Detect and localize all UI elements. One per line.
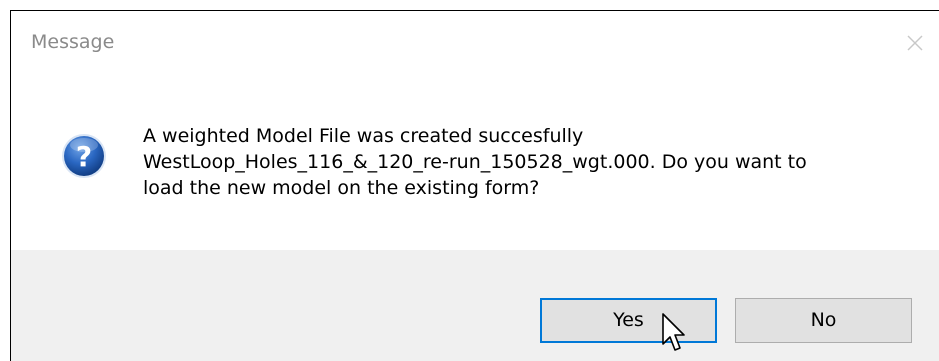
message-line-2: WestLoop_Holes_116_&_120_re-run_150528_w… — [143, 151, 807, 173]
dialog-footer: Yes No — [11, 250, 939, 361]
message-line-3: load the new model on the existing form? — [143, 177, 540, 199]
dialog-message: A weighted Model File was created succes… — [143, 123, 903, 201]
yes-button[interactable]: Yes — [540, 298, 717, 343]
message-dialog: Message ? A weighted Model File was crea… — [10, 10, 939, 361]
close-icon — [907, 35, 923, 51]
dialog-content: ? A weighted Model File was created succ… — [11, 91, 939, 246]
mouse-pointer-icon — [662, 313, 685, 351]
svg-text:?: ? — [76, 140, 92, 173]
no-button[interactable]: No — [735, 298, 912, 343]
dialog-title: Message — [31, 31, 115, 53]
message-line-1: A weighted Model File was created succes… — [143, 125, 584, 147]
question-icon: ? — [61, 133, 107, 179]
close-button[interactable] — [901, 29, 929, 57]
